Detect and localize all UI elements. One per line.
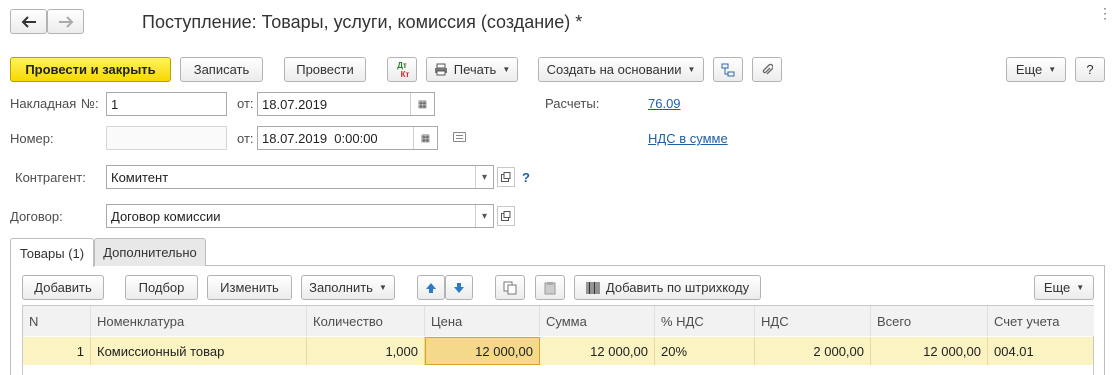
calendar-icon[interactable]: ▦ — [410, 93, 434, 115]
add-row-button[interactable]: Добавить — [22, 275, 104, 300]
column-header-sum[interactable]: Сумма — [540, 306, 655, 336]
counterparty-value: Комитент — [111, 169, 169, 185]
create-based-on-button[interactable]: Создать на основании ▼ — [538, 57, 704, 82]
column-header-n[interactable]: N — [23, 306, 91, 336]
cell-total: 12 000,00 — [871, 337, 988, 365]
column-header-vat[interactable]: НДС — [755, 306, 871, 336]
number-label: Номер: — [10, 131, 54, 146]
counterparty-open-button[interactable] — [497, 167, 515, 187]
cell-price[interactable]: 12 000,00 — [425, 337, 540, 365]
dt-kt-button[interactable]: Дт Кт — [387, 57, 417, 82]
tab-goods[interactable]: Товары (1) — [10, 238, 94, 267]
chevron-down-icon[interactable]: ▾ — [475, 166, 493, 188]
more-button[interactable]: Еще ▼ — [1006, 57, 1066, 82]
arrow-up-icon — [426, 282, 436, 293]
tab-additional[interactable]: Дополнительно — [94, 238, 206, 266]
forward-button[interactable] — [47, 9, 84, 34]
settlements-label: Расчеты: — [545, 96, 600, 111]
forward-arrow-icon — [58, 15, 73, 28]
create-based-label: Создать на основании — [546, 62, 682, 77]
column-header-item[interactable]: Номенклатура — [91, 306, 307, 336]
printer-icon — [434, 63, 447, 76]
fill-button[interactable]: Заполнить ▼ — [301, 275, 395, 300]
contract-open-button[interactable] — [497, 206, 515, 226]
cell-n: 1 — [23, 337, 91, 365]
move-up-button[interactable] — [417, 275, 445, 300]
chevron-down-icon: ▼ — [502, 65, 511, 74]
cell-sum: 12 000,00 — [540, 337, 655, 365]
number-from-label: от: — [237, 131, 254, 146]
save-button[interactable]: Записать — [180, 57, 263, 82]
counterparty-field[interactable]: Комитент ▾ — [106, 165, 494, 189]
fill-label: Заполнить — [309, 280, 373, 295]
invoice-no-label: №: — [81, 96, 99, 111]
help-question-icon[interactable]: ? — [522, 170, 530, 185]
table-row[interactable]: 1 Комиссионный товар 1,000 12 000,00 12 … — [23, 337, 1093, 365]
settlements-link[interactable]: 76.09 — [648, 96, 681, 111]
structure-icon — [721, 63, 735, 76]
structure-button[interactable] — [713, 57, 743, 82]
chevron-down-icon: ▼ — [1048, 65, 1057, 74]
open-icon — [501, 211, 511, 221]
contract-field[interactable]: Договор комиссии ▾ — [106, 204, 494, 228]
arrow-down-icon — [454, 282, 464, 293]
move-down-button[interactable] — [445, 275, 473, 300]
comment-icon[interactable] — [453, 132, 466, 142]
more-label: Еще — [1015, 62, 1043, 77]
number-field[interactable] — [106, 126, 227, 150]
number-date-value: 18.07.2019 0:00:00 — [262, 130, 378, 146]
column-header-vat-rate[interactable]: % НДС — [655, 306, 755, 336]
copy-button[interactable] — [495, 275, 525, 300]
vat-in-amount-link[interactable]: НДС в сумме — [648, 131, 728, 146]
copy-icon — [503, 281, 517, 294]
chevron-down-icon: ▼ — [378, 283, 387, 292]
column-header-account[interactable]: Счет учета — [988, 306, 1094, 336]
post-and-close-button[interactable]: Провести и закрыть — [10, 57, 171, 82]
dt-kt-icon-bottom: Кт — [400, 69, 410, 79]
paperclip-icon — [762, 63, 773, 74]
change-button[interactable]: Изменить — [207, 275, 292, 300]
add-by-barcode-button[interactable]: Добавить по штрихкоду — [574, 275, 761, 300]
print-button[interactable]: Печать ▼ — [426, 57, 518, 82]
barcode-label: Добавить по штрихкоду — [605, 280, 750, 295]
counterparty-label: Контрагент: — [15, 170, 86, 185]
invoice-date-field[interactable]: 18.07.2019 ▦ — [257, 92, 435, 116]
dt-kt-icon-top: Дт — [397, 60, 407, 70]
chevron-down-icon: ▼ — [687, 65, 696, 74]
window-title: Поступление: Товары, услуги, комиссия (с… — [142, 12, 583, 32]
cell-item: Комиссионный товар — [91, 337, 307, 365]
invoice-number-field[interactable]: 1 — [106, 92, 227, 116]
more-menu-dots[interactable]: ⋮ — [1098, 6, 1112, 20]
cell-quantity: 1,000 — [307, 337, 425, 365]
column-header-quantity[interactable]: Количество — [307, 306, 425, 336]
chevron-down-icon[interactable]: ▾ — [475, 205, 493, 227]
contract-value: Договор комиссии — [111, 208, 221, 224]
barcode-icon — [586, 281, 600, 294]
goods-table: N Номенклатура Количество Цена Сумма % Н… — [22, 305, 1094, 375]
table-more-label: Еще — [1043, 280, 1071, 295]
post-button[interactable]: Провести — [284, 57, 366, 82]
invoice-date-value: 18.07.2019 — [262, 96, 328, 112]
chevron-down-icon: ▼ — [1076, 283, 1085, 292]
cell-account: 004.01 — [994, 343, 1034, 359]
open-icon — [501, 172, 511, 182]
invoice-label: Накладная — [10, 96, 77, 111]
calendar-icon[interactable]: ▦ — [413, 127, 437, 149]
back-button[interactable] — [10, 9, 47, 34]
print-label: Печать — [453, 62, 497, 77]
cell-vat-rate: 20% — [655, 337, 755, 365]
cell-vat: 2 000,00 — [755, 337, 871, 365]
attachments-button[interactable] — [752, 57, 782, 82]
select-items-button[interactable]: Подбор — [125, 275, 198, 300]
column-header-total[interactable]: Всего — [871, 306, 988, 336]
table-more-button[interactable]: Еще ▼ — [1034, 275, 1094, 300]
contract-label: Договор: — [10, 209, 63, 224]
help-button[interactable]: ? — [1075, 57, 1105, 82]
paste-icon — [544, 281, 556, 294]
paste-button[interactable] — [535, 275, 565, 300]
back-arrow-icon — [21, 15, 36, 28]
invoice-from-label: от: — [237, 96, 254, 111]
number-date-field[interactable]: 18.07.2019 0:00:00 ▦ — [257, 126, 438, 150]
column-header-price[interactable]: Цена — [425, 306, 540, 336]
